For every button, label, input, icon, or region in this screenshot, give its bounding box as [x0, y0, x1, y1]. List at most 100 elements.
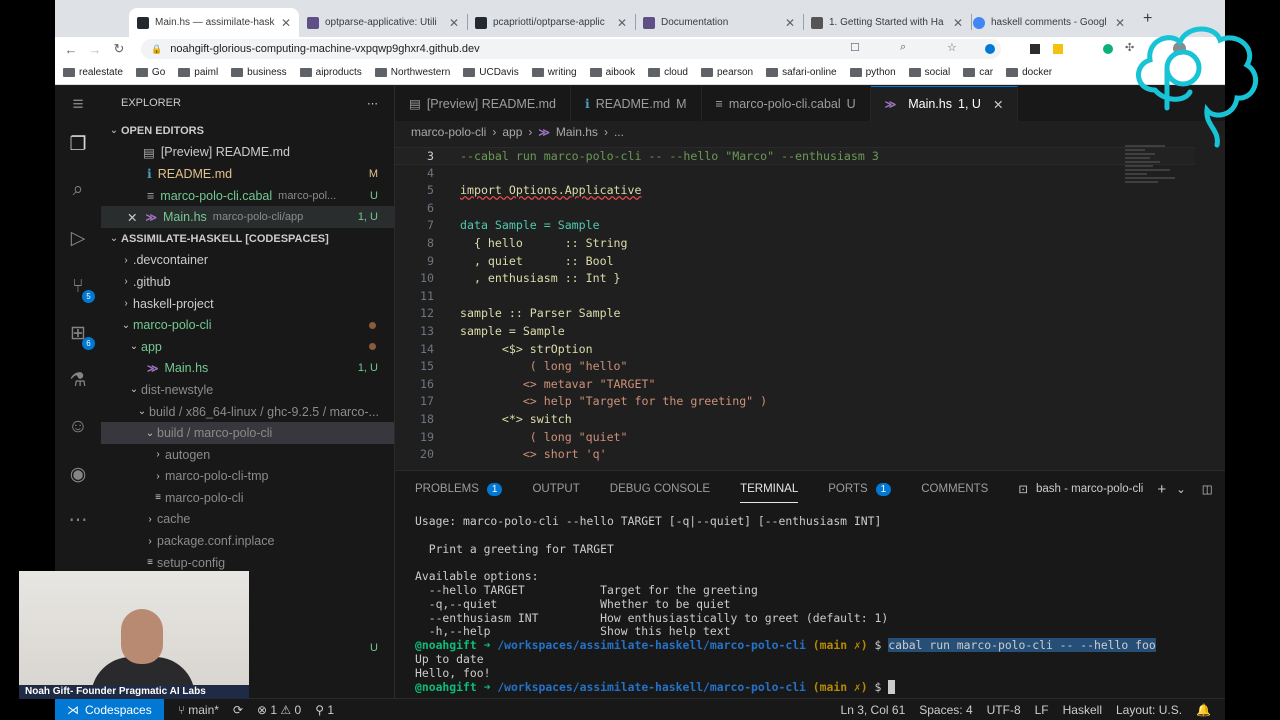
- tree-folder[interactable]: › .devcontainer: [101, 250, 394, 272]
- bookmark-folder[interactable]: UCDavis: [463, 67, 519, 78]
- close-icon[interactable]: ✕: [449, 16, 459, 30]
- close-icon[interactable]: ✕: [993, 97, 1003, 112]
- bookmark-folder[interactable]: python: [849, 67, 896, 78]
- open-editor-item[interactable]: ✕ ≫ Main.hs marco-polo-cli/app 1, U: [101, 206, 394, 228]
- bookmark-folder[interactable]: aibook: [589, 67, 635, 78]
- bookmark-folder[interactable]: docker: [1006, 67, 1052, 78]
- ports-indicator[interactable]: ⚲ 1: [315, 703, 334, 717]
- extension-icon[interactable]: [1053, 44, 1063, 54]
- bookmark-folder[interactable]: cloud: [648, 67, 688, 78]
- indentation[interactable]: Spaces: 4: [919, 703, 972, 717]
- breadcrumb-item[interactable]: Main.hs: [556, 125, 598, 139]
- more-actions-icon[interactable]: ⋯: [367, 97, 378, 110]
- browser-tab[interactable]: pcapriotti/optparse-applic ✕: [467, 8, 635, 37]
- bookmark-page-icon[interactable]: ☐: [850, 41, 860, 54]
- bookmark-folder[interactable]: writing: [531, 67, 577, 78]
- editor-tab[interactable]: ℹ README.md M: [571, 86, 702, 121]
- tree-folder[interactable]: › .github: [101, 271, 394, 293]
- github-icon[interactable]: ◉: [65, 462, 91, 488]
- tab-debug-console[interactable]: DEBUG CONSOLE: [610, 483, 710, 495]
- bookmark-folder[interactable]: safari-online: [766, 67, 837, 78]
- more-icon[interactable]: ⋯: [65, 508, 91, 534]
- tab-comments[interactable]: COMMENTS: [921, 483, 988, 495]
- tree-folder[interactable]: ⌄ dist-newstyle: [101, 379, 394, 401]
- tab-terminal[interactable]: TERMINAL: [740, 476, 799, 503]
- tab-ports[interactable]: PORTS 1: [828, 482, 892, 496]
- add-terminal-icon[interactable]: +: [1157, 481, 1166, 498]
- open-editor-item[interactable]: ▤ [Preview] README.md: [101, 142, 394, 164]
- terminal-output[interactable]: Usage: marco-polo-cli --hello TARGET [-q…: [415, 514, 1215, 694]
- breadcrumb-item[interactable]: marco-polo-cli: [411, 125, 486, 139]
- open-editor-item[interactable]: ℹ README.md M: [101, 163, 394, 185]
- reload-icon[interactable]: ↻: [107, 41, 131, 57]
- bookmark-folder[interactable]: Go: [135, 67, 165, 78]
- tree-folder[interactable]: ⌄ app: [101, 336, 394, 358]
- language-mode[interactable]: Haskell: [1063, 703, 1102, 717]
- menu-icon[interactable]: ≡: [65, 92, 91, 118]
- split-icon[interactable]: ◫: [1202, 482, 1213, 496]
- bookmark-folder[interactable]: Northwestern: [374, 67, 450, 78]
- back-icon[interactable]: ←: [59, 42, 83, 57]
- omnibox[interactable]: 🔒 noahgift-glorious-computing-machine-vxp…: [141, 39, 1001, 59]
- zoom-icon[interactable]: ⌕: [900, 41, 906, 54]
- branch-indicator[interactable]: ⑂ main*: [178, 703, 219, 717]
- bookmark-folder[interactable]: realestate: [63, 67, 123, 78]
- editor-tab[interactable]: ▤ [Preview] README.md: [395, 86, 572, 121]
- breadcrumb-item[interactable]: ...: [614, 125, 624, 139]
- browser-tab[interactable]: Main.hs — assimilate-hask ✕: [129, 8, 299, 37]
- extension-icon[interactable]: [1030, 44, 1040, 54]
- close-icon[interactable]: ✕: [617, 16, 627, 30]
- encoding[interactable]: UTF-8: [987, 703, 1021, 717]
- bookmark-folder[interactable]: paiml: [178, 67, 218, 78]
- open-editors-section[interactable]: ⌄ OPEN EDITORS: [101, 120, 394, 142]
- tab-output[interactable]: OUTPUT: [532, 483, 579, 495]
- close-icon[interactable]: ✕: [281, 16, 291, 30]
- cursor-position[interactable]: Ln 3, Col 61: [841, 703, 906, 717]
- chevron-down-icon[interactable]: ⌄: [1176, 482, 1186, 496]
- bookmark-folder[interactable]: aiproducts: [299, 67, 362, 78]
- bookmark-folder[interactable]: social: [908, 67, 950, 78]
- sync-icon[interactable]: ⟳: [233, 703, 243, 717]
- tree-folder[interactable]: › package.conf.inplace: [101, 530, 394, 552]
- code-editor[interactable]: 3 --cabal run marco-polo-cli -- --hello "…: [395, 143, 1225, 469]
- testing-icon[interactable]: ⚗: [65, 368, 91, 394]
- browser-tab[interactable]: Documentation ✕: [635, 8, 803, 37]
- forward-icon[interactable]: →: [83, 42, 107, 57]
- minimap[interactable]: [1125, 143, 1185, 213]
- extension-icon[interactable]: [985, 44, 995, 54]
- problems-indicator[interactable]: ⊗ 1 ⚠ 0: [257, 703, 301, 717]
- tree-file[interactable]: ≡ marco-polo-cli: [101, 487, 394, 509]
- run-debug-icon[interactable]: ▷: [65, 226, 91, 252]
- close-icon[interactable]: ✕: [127, 210, 137, 225]
- tab-problems[interactable]: PROBLEMS 1: [415, 482, 503, 496]
- tree-file[interactable]: ≫ Main.hs 1, U: [101, 358, 394, 380]
- search-icon[interactable]: ⌕: [65, 177, 91, 203]
- extensions-icon[interactable]: ⊞ 6: [65, 321, 95, 350]
- bookmark-folder[interactable]: business: [231, 67, 287, 78]
- extension-icon[interactable]: [1103, 44, 1113, 54]
- editor-tab-active[interactable]: ≫ Main.hs 1, U ✕: [870, 86, 1019, 121]
- remote-indicator[interactable]: ⋊ Codespaces: [55, 698, 164, 720]
- close-icon[interactable]: ✕: [1115, 16, 1125, 30]
- source-control-icon[interactable]: ⑂ 5: [65, 274, 95, 303]
- explorer-icon[interactable]: ❐: [65, 132, 91, 158]
- terminal-selector[interactable]: ⊡ bash - marco-polo-cli: [1018, 482, 1143, 496]
- editor-tab[interactable]: ≡ marco-polo-cli.cabal U: [702, 86, 871, 121]
- open-editor-item[interactable]: ≡ marco-polo-cli.cabal marco-pol... U: [101, 185, 394, 207]
- bookmark-folder[interactable]: car: [963, 67, 993, 78]
- tree-folder[interactable]: ⌄ build / x86_64-linux / ghc-9.2.5 / marc…: [101, 401, 394, 423]
- notifications-icon[interactable]: 🔔: [1196, 703, 1211, 717]
- tree-folder[interactable]: › haskell-project: [101, 293, 394, 315]
- keyboard-layout[interactable]: Layout: U.S.: [1116, 703, 1182, 717]
- tree-folder[interactable]: › marco-polo-cli-tmp: [101, 466, 394, 488]
- browser-tab[interactable]: optparse-applicative: Utili ✕: [299, 8, 467, 37]
- eol[interactable]: LF: [1035, 703, 1049, 717]
- browser-tab[interactable]: 1. Getting Started with Ha ✕: [803, 8, 971, 37]
- browser-tab[interactable]: haskell comments - Googl ✕: [965, 8, 1133, 37]
- star-icon[interactable]: ☆: [947, 41, 957, 54]
- bookmark-folder[interactable]: pearson: [700, 67, 753, 78]
- tree-folder[interactable]: › autogen: [101, 444, 394, 466]
- workspace-section[interactable]: ⌄ ASSIMILATE-HASKELL [CODESPACES]: [101, 228, 394, 250]
- close-icon[interactable]: ✕: [785, 16, 795, 30]
- copilot-icon[interactable]: ☺: [65, 414, 91, 440]
